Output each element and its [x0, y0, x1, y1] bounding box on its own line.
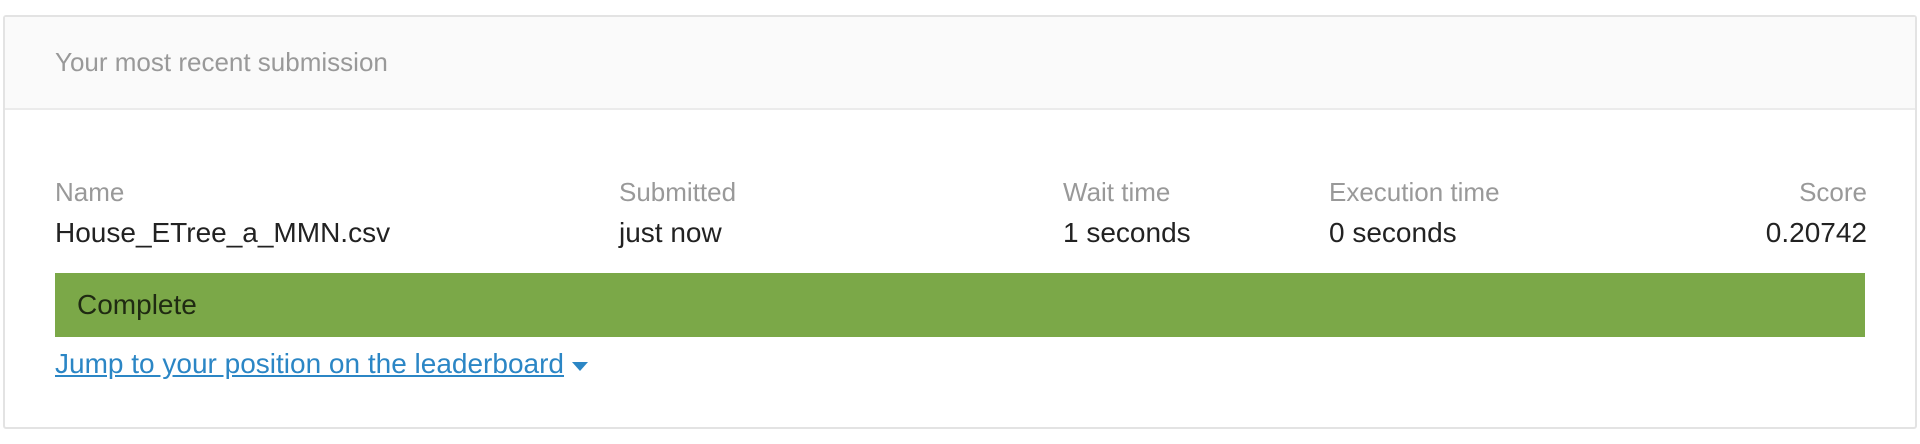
caret-down-icon [572, 361, 588, 371]
score-value: 0.20742 [1765, 217, 1867, 248]
execution-time-label: Execution time [1329, 177, 1500, 207]
jump-to-leaderboard-link[interactable]: Jump to your position on the leaderboard [55, 348, 588, 380]
score-label: Score [1799, 177, 1867, 207]
card-header: Your most recent submission [5, 17, 1915, 110]
status-text: Complete [77, 289, 197, 320]
card-body: Name House_ETree_a_MMN.csv Submitted jus… [5, 110, 1915, 427]
name-value: House_ETree_a_MMN.csv [55, 217, 391, 248]
execution-time-value: 0 seconds [1329, 217, 1457, 248]
submitted-label: Submitted [619, 177, 737, 207]
status-bar: Complete [55, 273, 1865, 337]
jump-link-text: Jump to your position on the leaderboard [55, 348, 564, 379]
submitted-value: just now [619, 217, 722, 248]
wait-time-value: 1 seconds [1063, 217, 1191, 248]
card-title: Your most recent submission [55, 47, 388, 77]
name-label: Name [55, 177, 125, 207]
wait-time-label: Wait time [1063, 177, 1171, 207]
submission-card: Your most recent submission Name House_E… [3, 15, 1917, 429]
